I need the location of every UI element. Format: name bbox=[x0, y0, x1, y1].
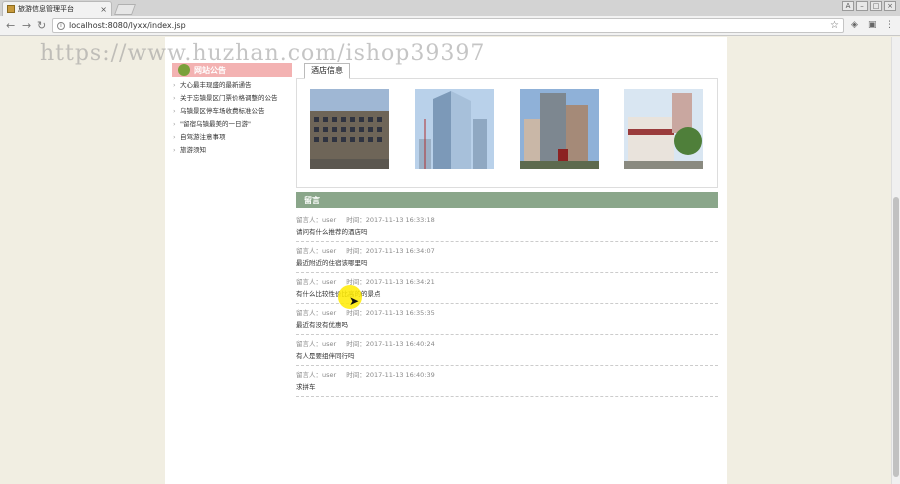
notice-item[interactable]: 关于忘镇景区门票价格调整的公告 bbox=[172, 92, 292, 105]
maximize-icon[interactable]: □ bbox=[870, 1, 882, 11]
hotel-image-3[interactable] bbox=[520, 89, 599, 169]
message-content: 有人是要组伴同行吗 bbox=[296, 352, 355, 360]
message-author: 留言人：user bbox=[296, 371, 337, 379]
page-container: 网站公告 大心最丰现盛的最新通告 关于忘镇景区门票价格调整的公告 乌镇景区停车场… bbox=[165, 37, 727, 484]
hotel-gallery bbox=[296, 78, 718, 188]
message-author: 留言人：user bbox=[296, 216, 337, 224]
tab-title: 旅游信息管理平台 bbox=[18, 5, 74, 13]
cast-icon[interactable]: ▣ bbox=[868, 20, 877, 30]
notice-item[interactable]: 旅游须知 bbox=[172, 144, 292, 157]
minimize-icon[interactable]: – bbox=[856, 1, 868, 11]
message-time: 时间：2017-11-13 16:35:35 bbox=[346, 309, 435, 317]
message-author: 留言人：user bbox=[296, 340, 337, 348]
favicon-icon bbox=[7, 5, 15, 13]
message-time: 时间：2017-11-13 16:34:21 bbox=[346, 278, 435, 286]
close-tab-icon[interactable]: × bbox=[100, 5, 107, 14]
close-window-icon[interactable]: × bbox=[884, 1, 896, 11]
menu-icon[interactable]: ⋮ bbox=[885, 20, 894, 30]
notice-item[interactable]: 大心最丰现盛的最新通告 bbox=[172, 79, 292, 92]
user-icon[interactable]: A bbox=[842, 1, 854, 11]
notice-item[interactable]: 自驾游注意事项 bbox=[172, 131, 292, 144]
browser-tab-bar: 旅游信息管理平台 × A – □ × bbox=[0, 0, 900, 16]
notice-list: 大心最丰现盛的最新通告 关于忘镇景区门票价格调整的公告 乌镇景区停车场收费标准公… bbox=[172, 79, 292, 157]
url-text[interactable]: localhost:8080/lyxx/index.jsp bbox=[69, 21, 830, 30]
message-item: 留言人：user 时间：2017-11-13 16:33:18 请问有什么推荐的酒… bbox=[296, 211, 718, 242]
scrollbar-thumb[interactable] bbox=[893, 197, 899, 477]
message-content: 最近有没有优惠吗 bbox=[296, 321, 348, 329]
tab-hotel-info[interactable]: 酒店信息 bbox=[304, 63, 350, 79]
message-item: 留言人：user 时间：2017-11-13 16:35:35 最近有没有优惠吗 bbox=[296, 304, 718, 335]
notice-title: 网站公告 bbox=[194, 65, 226, 75]
message-author: 留言人：user bbox=[296, 278, 337, 286]
hotel-image-1[interactable] bbox=[310, 89, 389, 169]
message-item: 留言人：user 时间：2017-11-13 16:34:07 最近附近的住宿该哪… bbox=[296, 242, 718, 273]
extension-icon[interactable]: ◈ bbox=[851, 20, 858, 30]
message-time: 时间：2017-11-13 16:34:07 bbox=[346, 247, 435, 255]
notice-item[interactable]: "留宿乌镇最美的一日游" bbox=[172, 118, 292, 131]
message-time: 时间：2017-11-13 16:40:24 bbox=[346, 340, 435, 348]
message-title: 留言 bbox=[304, 195, 320, 205]
reload-icon[interactable]: ↻ bbox=[37, 19, 46, 33]
message-header: 留言 bbox=[296, 192, 718, 208]
browser-toolbar: ← → ↻ i localhost:8080/lyxx/index.jsp ☆ … bbox=[0, 16, 900, 36]
address-bar[interactable]: i localhost:8080/lyxx/index.jsp ☆ bbox=[52, 18, 844, 33]
page-viewport: 网站公告 大心最丰现盛的最新通告 关于忘镇景区门票价格调整的公告 乌镇景区停车场… bbox=[0, 37, 891, 484]
message-author: 留言人：user bbox=[296, 247, 337, 255]
message-content: 求拼车 bbox=[296, 383, 316, 391]
window-controls: A – □ × bbox=[842, 1, 896, 11]
new-tab-button[interactable] bbox=[113, 4, 137, 15]
vertical-scrollbar[interactable] bbox=[891, 37, 900, 484]
message-content: 请问有什么推荐的酒店吗 bbox=[296, 228, 368, 236]
back-arrow-icon[interactable]: ← bbox=[6, 19, 15, 33]
bookmark-star-icon[interactable]: ☆ bbox=[830, 20, 839, 31]
notice-panel: 网站公告 大心最丰现盛的最新通告 关于忘镇景区门票价格调整的公告 乌镇景区停车场… bbox=[172, 63, 292, 157]
message-item: 留言人：user 时间：2017-11-13 16:40:39 求拼车 bbox=[296, 366, 718, 397]
hotel-image-2[interactable] bbox=[415, 89, 494, 169]
forward-arrow-icon[interactable]: → bbox=[22, 19, 31, 33]
watermark-text: https://www.huzhan.com/ishop39397 bbox=[40, 41, 486, 66]
message-author: 留言人：user bbox=[296, 309, 337, 317]
message-content: 最近附近的住宿该哪里吗 bbox=[296, 259, 368, 267]
message-time: 时间：2017-11-13 16:33:18 bbox=[346, 216, 435, 224]
mouse-pointer-icon: ➤ bbox=[349, 294, 360, 308]
browser-tab[interactable]: 旅游信息管理平台 × bbox=[2, 1, 112, 16]
hotel-image-4[interactable] bbox=[624, 89, 703, 169]
notice-item[interactable]: 乌镇景区停车场收费标准公告 bbox=[172, 105, 292, 118]
message-item: 留言人：user 时间：2017-11-13 16:40:24 有人是要组伴同行吗 bbox=[296, 335, 718, 366]
info-icon[interactable]: i bbox=[57, 21, 65, 30]
message-time: 时间：2017-11-13 16:40:39 bbox=[346, 371, 435, 379]
